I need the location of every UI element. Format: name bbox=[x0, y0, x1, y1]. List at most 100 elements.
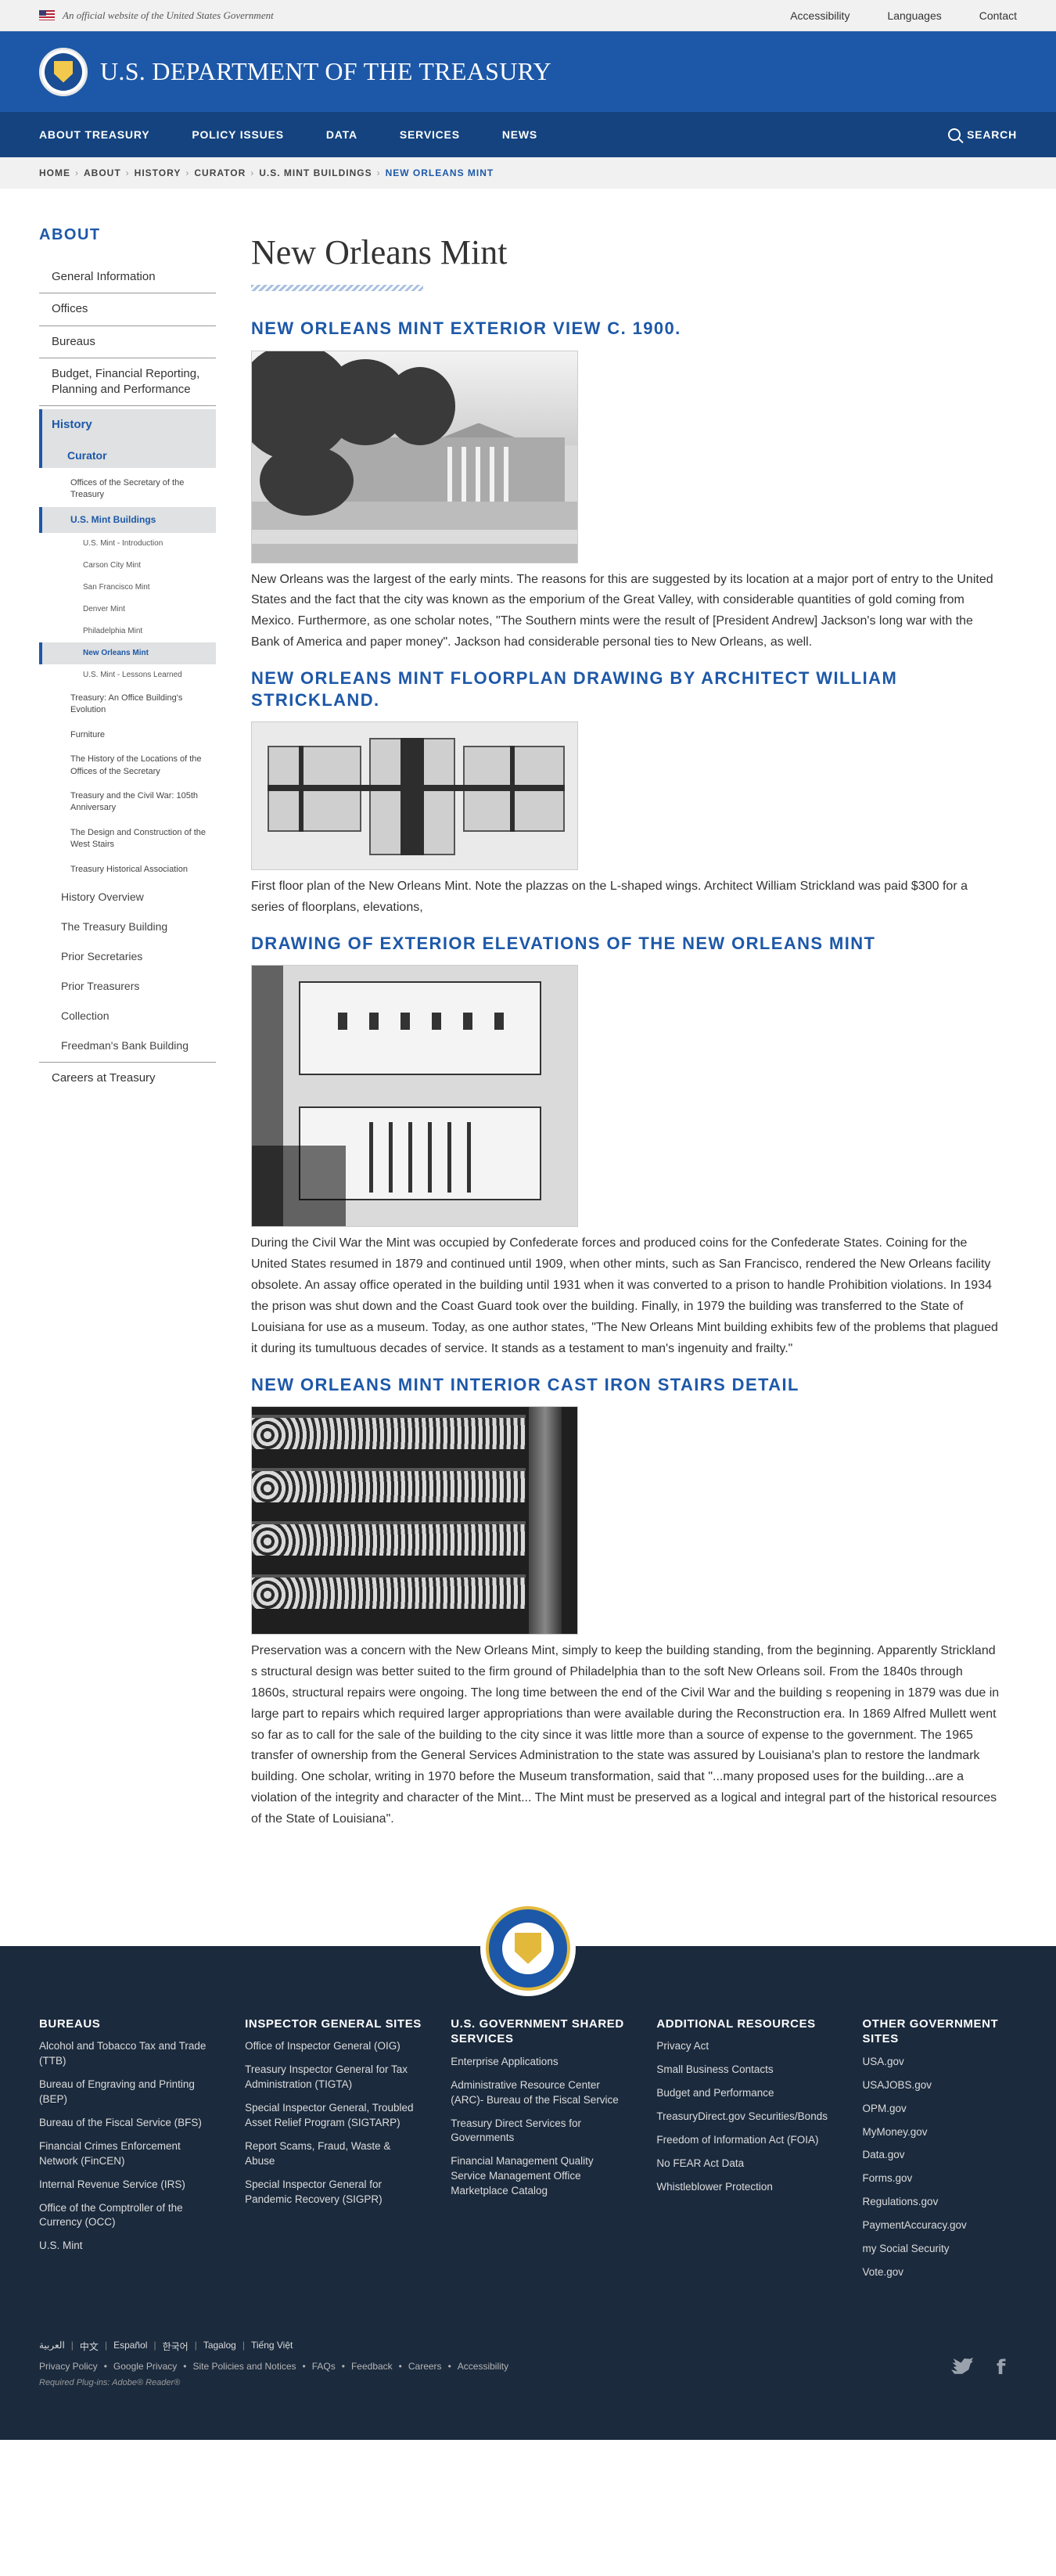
footer-link[interactable]: MyMoney.gov bbox=[863, 2125, 1018, 2140]
footer-link[interactable]: Bureau of Engraving and Printing (BEP) bbox=[39, 2078, 217, 2107]
language-link[interactable]: العربية bbox=[39, 2340, 65, 2353]
footer-link[interactable]: Enterprise Applications bbox=[451, 2055, 628, 2070]
footer-col-inspector-general: INSPECTOR GENERAL SITES Office of Inspec… bbox=[245, 2017, 422, 2289]
sidebar-item-prior-treasurers[interactable]: Prior Treasurers bbox=[39, 971, 216, 1001]
footer-link[interactable]: Report Scams, Fraud, Waste & Abuse bbox=[245, 2139, 422, 2169]
footer-link[interactable]: Forms.gov bbox=[863, 2171, 1018, 2186]
footer-link[interactable]: Regulations.gov bbox=[863, 2195, 1018, 2210]
footer-link[interactable]: Special Inspector General, Troubled Asse… bbox=[245, 2101, 422, 2131]
sidebar-item-mint-buildings[interactable]: U.S. Mint Buildings bbox=[39, 507, 216, 534]
sidebar-item-denver-mint[interactable]: Denver Mint bbox=[39, 599, 216, 621]
footer-link[interactable]: U.S. Mint bbox=[39, 2239, 217, 2254]
sidebar-heading[interactable]: ABOUT bbox=[39, 226, 216, 244]
footer-link[interactable]: TreasuryDirect.gov Securities/Bonds bbox=[656, 2110, 834, 2124]
policy-link[interactable]: Google Privacy bbox=[113, 2361, 177, 2372]
sidebar-item-general-information[interactable]: General Information bbox=[39, 261, 216, 294]
sidebar-item-offices-of-secretary[interactable]: Offices of the Secretary of the Treasury bbox=[39, 471, 216, 508]
language-link[interactable]: Tagalog bbox=[203, 2340, 236, 2353]
breadcrumb-home[interactable]: HOME bbox=[39, 167, 70, 178]
breadcrumb-about[interactable]: ABOUT bbox=[84, 167, 121, 178]
treasury-seal-icon[interactable] bbox=[39, 47, 88, 96]
nav-data[interactable]: DATA bbox=[326, 128, 357, 141]
official-text: An official website of the United States… bbox=[63, 9, 274, 21]
footer-link[interactable]: Administrative Resource Center (ARC)- Bu… bbox=[451, 2078, 628, 2108]
footer-link[interactable]: Freedom of Information Act (FOIA) bbox=[656, 2133, 834, 2148]
twitter-icon[interactable] bbox=[951, 2357, 973, 2374]
footer-link[interactable]: Data.gov bbox=[863, 2148, 1018, 2163]
footer-link[interactable]: Budget and Performance bbox=[656, 2086, 834, 2101]
breadcrumb-curator[interactable]: CURATOR bbox=[194, 167, 246, 178]
nav-policy-issues[interactable]: POLICY ISSUES bbox=[192, 128, 284, 141]
sidebar-item-bureaus[interactable]: Bureaus bbox=[39, 326, 216, 358]
policy-link[interactable]: Privacy Policy bbox=[39, 2361, 98, 2372]
policy-link[interactable]: Accessibility bbox=[458, 2361, 508, 2372]
footer-link[interactable]: Vote.gov bbox=[863, 2265, 1018, 2280]
footer-link[interactable]: Small Business Contacts bbox=[656, 2063, 834, 2078]
language-link[interactable]: Tiếng Việt bbox=[251, 2340, 293, 2353]
sidebar-item-mint-introduction[interactable]: U.S. Mint - Introduction bbox=[39, 533, 216, 555]
search-button[interactable]: SEARCH bbox=[948, 128, 1017, 141]
accessibility-link[interactable]: Accessibility bbox=[790, 9, 849, 22]
sidebar-item-prior-secretaries[interactable]: Prior Secretaries bbox=[39, 941, 216, 971]
footer-link[interactable]: Office of Inspector General (OIG) bbox=[245, 2039, 422, 2054]
sidebar-item-carson-city-mint[interactable]: Carson City Mint bbox=[39, 555, 216, 577]
footer-col-bureaus: BUREAUS Alcohol and Tobacco Tax and Trad… bbox=[39, 2017, 217, 2289]
footer-link[interactable]: Office of the Comptroller of the Currenc… bbox=[39, 2201, 217, 2231]
footer-link[interactable]: USAJOBS.gov bbox=[863, 2078, 1018, 2093]
policy-link[interactable]: Site Policies and Notices bbox=[192, 2361, 296, 2372]
footer-link[interactable]: Privacy Act bbox=[656, 2039, 834, 2054]
sidebar-item-philadelphia-mint[interactable]: Philadelphia Mint bbox=[39, 621, 216, 642]
footer-link[interactable]: Special Inspector General for Pandemic R… bbox=[245, 2178, 422, 2207]
sidebar-item-furniture[interactable]: Furniture bbox=[39, 723, 216, 747]
footer-link[interactable]: Whistleblower Protection bbox=[656, 2180, 834, 2195]
breadcrumb-current: NEW ORLEANS MINT bbox=[385, 167, 494, 178]
sidebar-item-curator[interactable]: Curator bbox=[39, 441, 216, 468]
language-link[interactable]: Español bbox=[113, 2340, 147, 2353]
footer-link[interactable]: my Social Security bbox=[863, 2242, 1018, 2257]
languages-link[interactable]: Languages bbox=[887, 9, 941, 22]
required-plugins[interactable]: Required Plug-ins: Adobe® Reader® bbox=[39, 2378, 1017, 2387]
main-content: New Orleans Mint NEW ORLEANS MINT EXTERI… bbox=[251, 226, 1000, 1844]
sidebar-item-historical-association[interactable]: Treasury Historical Association bbox=[39, 858, 216, 882]
footer-link[interactable]: Treasury Inspector General for Tax Admin… bbox=[245, 2063, 422, 2092]
policy-link[interactable]: FAQs bbox=[312, 2361, 336, 2372]
facebook-icon[interactable]: f bbox=[997, 2358, 1009, 2378]
site-title[interactable]: U.S. DEPARTMENT OF THE TREASURY bbox=[100, 57, 551, 86]
sidebar-item-collection[interactable]: Collection bbox=[39, 1001, 216, 1031]
contact-link[interactable]: Contact bbox=[979, 9, 1017, 22]
footer-link[interactable]: Alcohol and Tobacco Tax and Trade (TTB) bbox=[39, 2039, 217, 2069]
language-link[interactable]: 中文 bbox=[80, 2340, 99, 2353]
sidebar-item-history-overview[interactable]: History Overview bbox=[39, 882, 216, 912]
footer-link[interactable]: Bureau of the Fiscal Service (BFS) bbox=[39, 2116, 217, 2131]
policy-link[interactable]: Feedback bbox=[351, 2361, 393, 2372]
sidebar-item-careers[interactable]: Careers at Treasury bbox=[39, 1061, 216, 1094]
sidebar-item-west-stairs[interactable]: The Design and Construction of the West … bbox=[39, 821, 216, 858]
footer-link[interactable]: Treasury Direct Services for Governments bbox=[451, 2117, 628, 2146]
sidebar-item-budget[interactable]: Budget, Financial Reporting, Planning an… bbox=[39, 358, 216, 407]
footer-link[interactable]: OPM.gov bbox=[863, 2102, 1018, 2117]
footer-col-shared-services: U.S. GOVERNMENT SHARED SERVICES Enterpri… bbox=[451, 2017, 628, 2289]
sidebar-item-history[interactable]: History bbox=[39, 409, 216, 441]
sidebar-item-freedmans-bank[interactable]: Freedman's Bank Building bbox=[39, 1031, 216, 1060]
sidebar-item-lessons-learned[interactable]: U.S. Mint - Lessons Learned bbox=[39, 664, 216, 686]
nav-news[interactable]: NEWS bbox=[502, 128, 537, 141]
language-link[interactable]: 한국어 bbox=[163, 2340, 189, 2353]
sidebar-item-civil-war[interactable]: Treasury and the Civil War: 105th Annive… bbox=[39, 784, 216, 821]
breadcrumb-history[interactable]: HISTORY bbox=[135, 167, 181, 178]
footer-link[interactable]: USA.gov bbox=[863, 2055, 1018, 2070]
sidebar-item-treasury-building[interactable]: The Treasury Building bbox=[39, 912, 216, 941]
sidebar-item-office-building-evolution[interactable]: Treasury: An Office Building's Evolution bbox=[39, 686, 216, 723]
footer-link[interactable]: Financial Crimes Enforcement Network (Fi… bbox=[39, 2139, 217, 2169]
footer-link[interactable]: PaymentAccuracy.gov bbox=[863, 2218, 1018, 2233]
policy-link[interactable]: Careers bbox=[408, 2361, 442, 2372]
footer-link[interactable]: Financial Management Quality Service Man… bbox=[451, 2154, 628, 2199]
footer-link[interactable]: Internal Revenue Service (IRS) bbox=[39, 2178, 217, 2193]
footer-link[interactable]: No FEAR Act Data bbox=[656, 2157, 834, 2171]
sidebar-item-history-of-locations[interactable]: The History of the Locations of the Offi… bbox=[39, 747, 216, 784]
sidebar-item-offices[interactable]: Offices bbox=[39, 293, 216, 326]
breadcrumb-mint-buildings[interactable]: U.S. MINT BUILDINGS bbox=[259, 167, 372, 178]
sidebar-item-san-francisco-mint[interactable]: San Francisco Mint bbox=[39, 577, 216, 599]
nav-about-treasury[interactable]: ABOUT TREASURY bbox=[39, 128, 149, 141]
nav-services[interactable]: SERVICES bbox=[400, 128, 460, 141]
sidebar-item-new-orleans-mint[interactable]: New Orleans Mint bbox=[39, 642, 216, 665]
